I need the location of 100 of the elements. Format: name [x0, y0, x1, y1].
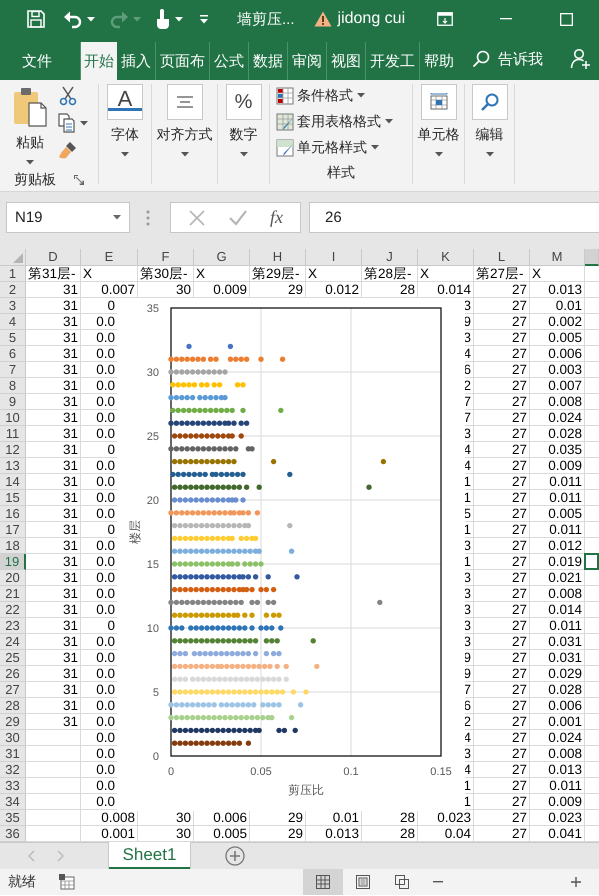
- row-header[interactable]: 29: [0, 714, 26, 730]
- tell-me-button[interactable]: 告诉我: [498, 38, 543, 80]
- table-cell: 0.012: [325, 282, 359, 297]
- table-cell: 27: [512, 442, 527, 457]
- column-header[interactable]: E: [81, 249, 138, 266]
- formula-input[interactable]: 26: [309, 202, 599, 233]
- name-box[interactable]: N19: [6, 202, 130, 233]
- table-cell: 0.011: [549, 474, 582, 489]
- column-header[interactable]: J: [362, 249, 418, 266]
- row-header[interactable]: 21: [0, 586, 26, 602]
- row-header[interactable]: 27: [0, 682, 26, 698]
- row-header[interactable]: 15: [0, 490, 26, 506]
- row-header[interactable]: 8: [0, 378, 26, 394]
- row-header[interactable]: 28: [0, 698, 26, 714]
- column-header[interactable]: F: [138, 249, 194, 266]
- column-header[interactable]: H: [250, 249, 306, 266]
- axis-tick-label: 10: [146, 623, 159, 635]
- row-header[interactable]: 22: [0, 602, 26, 618]
- row-header[interactable]: 23: [0, 618, 26, 634]
- row-header[interactable]: 36: [0, 826, 26, 842]
- table-cell: 31: [62, 602, 78, 617]
- table-cell: 27: [512, 426, 527, 441]
- row-header[interactable]: 30: [0, 730, 26, 746]
- style-menu-button[interactable]: 套用表格格式: [276, 110, 393, 133]
- table-cell: 1: [463, 490, 471, 505]
- row-header[interactable]: 10: [0, 410, 26, 426]
- scatter-chart[interactable]: 0 5 10 15 20 25 30 35 0 0.05 0.1 0.15 剪压比 楼层: [117, 298, 465, 811]
- table-cell: 0.0: [96, 634, 115, 649]
- table-cell: 31: [62, 666, 78, 681]
- row-header[interactable]: 7: [0, 362, 26, 378]
- row-header[interactable]: 25: [0, 650, 26, 666]
- ribbon-tab[interactable]: 开始: [80, 42, 117, 80]
- table-cell: 31: [62, 522, 78, 537]
- row-header[interactable]: 6: [0, 346, 26, 362]
- row-header[interactable]: 34: [0, 794, 26, 810]
- row-header[interactable]: 16: [0, 506, 26, 522]
- row-header[interactable]: 5: [0, 330, 26, 346]
- row-header[interactable]: 19: [0, 554, 26, 570]
- row-header[interactable]: 14: [0, 474, 26, 490]
- table-cell: 29: [288, 282, 303, 297]
- table-cell: 31: [62, 634, 78, 649]
- font-button[interactable]: A 字体: [105, 84, 145, 157]
- group-label: 剪贴板: [14, 171, 56, 189]
- table-cell: 27: [512, 378, 527, 393]
- table-cell: 0.021: [548, 570, 582, 585]
- table-cell: 0.013: [548, 282, 582, 297]
- axis-tick-label: 0.15: [430, 766, 452, 778]
- ribbon-tab[interactable]: 文件: [14, 42, 60, 80]
- table-cell: 0.008: [548, 746, 582, 761]
- table-cell: 27: [512, 826, 527, 841]
- table-cell: 0.006: [548, 346, 582, 361]
- row-header[interactable]: 13: [0, 458, 26, 474]
- table-cell: 0.0: [96, 746, 115, 761]
- table-cell: 0.008: [548, 586, 582, 601]
- column-header[interactable]: L: [474, 249, 530, 266]
- table-cell: 0.012: [548, 538, 582, 553]
- table-cell: 0.0: [96, 410, 115, 425]
- row-header[interactable]: 35: [0, 810, 26, 826]
- editing-button[interactable]: 编辑: [470, 84, 510, 157]
- column-header[interactable]: I: [306, 249, 362, 266]
- axis-tick-label: 0: [168, 766, 174, 778]
- row-header[interactable]: 32: [0, 762, 26, 778]
- row-header[interactable]: 11: [0, 426, 26, 442]
- alignment-button[interactable]: 对齐方式: [154, 84, 214, 157]
- column-header[interactable]: D: [26, 249, 81, 266]
- column-header[interactable]: K: [418, 249, 474, 266]
- sheet-tab[interactable]: Sheet1: [109, 842, 190, 869]
- table-cell: 31: [62, 538, 78, 553]
- table-cell: 27: [512, 282, 527, 297]
- row-header[interactable]: 18: [0, 538, 26, 554]
- row-header[interactable]: 17: [0, 522, 26, 538]
- row-header[interactable]: 24: [0, 634, 26, 650]
- style-menu-button[interactable]: 单元格样式: [276, 136, 379, 159]
- style-menu-button[interactable]: 条件格式: [276, 84, 365, 107]
- row-header[interactable]: 26: [0, 666, 26, 682]
- table-cell: 27: [512, 762, 527, 777]
- row-header[interactable]: 3: [0, 298, 26, 314]
- number-button[interactable]: % 数字: [224, 84, 264, 157]
- table-cell: 7: [463, 394, 471, 409]
- paste-button[interactable]: 粘贴: [10, 86, 50, 165]
- row-header[interactable]: 33: [0, 778, 26, 794]
- insert-function-button[interactable]: fx: [270, 207, 283, 228]
- table-cell: 27: [512, 522, 527, 537]
- row-header[interactable]: 9: [0, 394, 26, 410]
- cells-button[interactable]: 单元格: [416, 84, 462, 157]
- column-header[interactable]: M: [530, 249, 585, 266]
- ribbon-tab[interactable]: 插入: [117, 42, 155, 80]
- column-header[interactable]: G: [194, 249, 250, 266]
- row-header[interactable]: 12: [0, 442, 26, 458]
- table-cell: 30: [176, 826, 191, 841]
- axis-tick-label: 30: [146, 367, 159, 379]
- row-header[interactable]: 20: [0, 570, 26, 586]
- table-cell: 0.01: [332, 810, 359, 825]
- axis-tick-label: 5: [152, 687, 159, 699]
- row-header[interactable]: 4: [0, 314, 26, 330]
- table-cell: 27: [512, 410, 527, 425]
- row-header[interactable]: 31: [0, 746, 26, 762]
- row-header[interactable]: 1: [0, 266, 26, 282]
- table-cell: X: [83, 266, 92, 281]
- row-header[interactable]: 2: [0, 282, 26, 298]
